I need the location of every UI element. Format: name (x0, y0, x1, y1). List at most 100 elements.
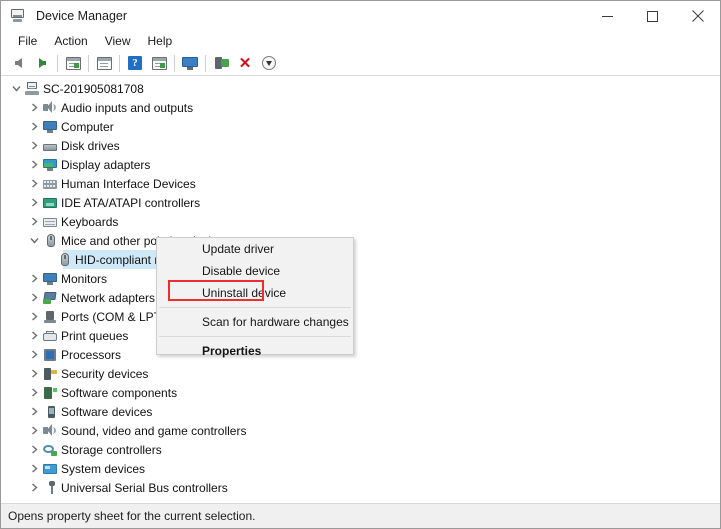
chevron-right-icon[interactable] (27, 98, 41, 117)
chevron-right-icon[interactable] (27, 402, 41, 421)
tree-item-processors[interactable]: Processors (27, 345, 125, 364)
computer-icon (10, 8, 28, 24)
chevron-right-icon[interactable] (27, 307, 41, 326)
chevron-right-icon[interactable] (27, 193, 41, 212)
menu-help[interactable]: Help (140, 32, 182, 50)
chevron-right-icon[interactable] (27, 440, 41, 459)
monitor-icon (41, 269, 58, 288)
context-menu-item-disable-device[interactable]: Disable device (157, 260, 353, 282)
chevron-right-icon[interactable] (27, 174, 41, 193)
tree-item-label: Ports (COM & LPT) (61, 309, 166, 324)
chevron-right-icon[interactable] (27, 345, 41, 364)
update-driver-icon[interactable] (93, 52, 115, 74)
tree-item-print-queues[interactable]: Print queues (27, 326, 132, 345)
tree-root-node[interactable]: SC-201905081708 (9, 79, 148, 98)
toolbar-separator (205, 54, 206, 72)
show-hidden-devices-icon[interactable] (148, 52, 170, 74)
tree-item-storage-controllers[interactable]: Storage controllers (27, 440, 166, 459)
chevron-right-icon[interactable] (27, 136, 41, 155)
tree-item-label: Human Interface Devices (61, 176, 196, 191)
tree-item-software-components[interactable]: Software components (27, 383, 181, 402)
display-adapter-icon (41, 155, 58, 174)
tree-item-security-devices[interactable]: Security devices (27, 364, 152, 383)
mouse-icon (41, 231, 58, 250)
help-icon[interactable]: ? (124, 52, 146, 74)
tree-item-software-devices[interactable]: Software devices (27, 402, 156, 421)
menu-file[interactable]: File (10, 32, 46, 50)
hid-icon (41, 174, 58, 193)
disable-device-icon[interactable] (258, 52, 280, 74)
tree-item-audio-inputs-and-outputs[interactable]: Audio inputs and outputs (27, 98, 197, 117)
tree-item-label: Processors (61, 347, 122, 362)
tree-item-human-interface-devices[interactable]: Human Interface Devices (27, 174, 200, 193)
port-icon (41, 307, 58, 326)
context-menu-item-properties[interactable]: Properties (157, 340, 353, 362)
close-icon[interactable] (675, 1, 720, 31)
tree-item-disk-drives[interactable]: Disk drives (27, 136, 124, 155)
device-tree[interactable]: SC-201905081708 Audio inputs and outputs… (1, 77, 720, 501)
chevron-right-icon[interactable] (27, 421, 41, 440)
context-menu-item-scan-for-hardware-changes[interactable]: Scan for hardware changes (157, 311, 353, 333)
tree-item-label: Monitors (61, 271, 108, 286)
chevron-right-icon[interactable] (27, 212, 41, 231)
chevron-right-icon[interactable] (27, 478, 41, 497)
tree-item-display-adapters[interactable]: Display adapters (27, 155, 154, 174)
processor-icon (41, 345, 58, 364)
context-menu-item-update-driver[interactable]: Update driver (157, 238, 353, 260)
context-menu-item-uninstall-device[interactable]: Uninstall device (157, 282, 353, 304)
chevron-right-icon[interactable] (27, 117, 41, 136)
software-device-icon (41, 402, 58, 421)
tree-item-keyboards[interactable]: Keyboards (27, 212, 122, 231)
uninstall-device-icon[interactable]: ✕ (234, 52, 256, 74)
status-bar: Opens property sheet for the current sel… (1, 503, 720, 528)
tree-item-label: System devices (61, 461, 146, 476)
network-adapter-icon (41, 288, 58, 307)
system-device-icon (41, 459, 58, 478)
mouse-icon (55, 250, 72, 269)
maximize-icon[interactable] (630, 1, 675, 31)
minimize-icon[interactable] (585, 1, 630, 31)
chevron-down-icon[interactable] (9, 79, 23, 98)
tree-item-system-devices[interactable]: System devices (27, 459, 149, 478)
tree-item-label: Keyboards (61, 214, 119, 229)
computer-root-icon (23, 79, 40, 98)
printer-icon (41, 326, 58, 345)
toolbar-separator (88, 54, 89, 72)
keyboard-icon (41, 212, 58, 231)
tree-item-network-adapters[interactable]: Network adapters (27, 288, 159, 307)
storage-controller-icon (41, 440, 58, 459)
menu-action[interactable]: Action (46, 32, 96, 50)
tree-item-computer[interactable]: Computer (27, 117, 118, 136)
software-component-icon (41, 383, 58, 402)
context-menu[interactable]: Update driver Disable device Uninstall d… (156, 237, 354, 358)
tree-item-label: Software components (61, 385, 178, 400)
tree-item-ports-com-and-lpt[interactable]: Ports (COM & LPT) (27, 307, 169, 326)
tree-item-monitors[interactable]: Monitors (27, 269, 111, 288)
chevron-right-icon[interactable] (27, 269, 41, 288)
tree-item-ide-ata-atapi-controllers[interactable]: IDE ATA/ATAPI controllers (27, 193, 204, 212)
chevron-right-icon[interactable] (27, 155, 41, 174)
chevron-down-icon[interactable] (27, 231, 41, 250)
chevron-right-icon[interactable] (27, 326, 41, 345)
context-menu-separator (159, 336, 351, 337)
tree-item-label: Security devices (61, 366, 149, 381)
update-device-driver-icon[interactable] (210, 52, 232, 74)
tree-item-label: Sound, video and game controllers (61, 423, 247, 438)
tree-indent-spacer (27, 250, 41, 269)
chevron-right-icon[interactable] (27, 459, 41, 478)
chevron-right-icon[interactable] (27, 288, 41, 307)
forward-arrow-icon[interactable] (31, 52, 53, 74)
properties-icon[interactable] (62, 52, 84, 74)
tree-item-sound-video-and-game-controllers[interactable]: Sound, video and game controllers (27, 421, 250, 440)
toolbar-separator (174, 54, 175, 72)
scan-hardware-icon[interactable] (179, 52, 201, 74)
speaker-icon (41, 98, 58, 117)
back-arrow-icon[interactable] (7, 52, 29, 74)
menu-view[interactable]: View (97, 32, 140, 50)
chevron-right-icon[interactable] (27, 383, 41, 402)
speaker-icon (41, 421, 58, 440)
chevron-right-icon[interactable] (27, 364, 41, 383)
tree-item-universal-serial-bus-controllers[interactable]: Universal Serial Bus controllers (27, 478, 232, 497)
tree-item-label: Universal Serial Bus controllers (61, 480, 228, 495)
window-controls (585, 1, 720, 31)
